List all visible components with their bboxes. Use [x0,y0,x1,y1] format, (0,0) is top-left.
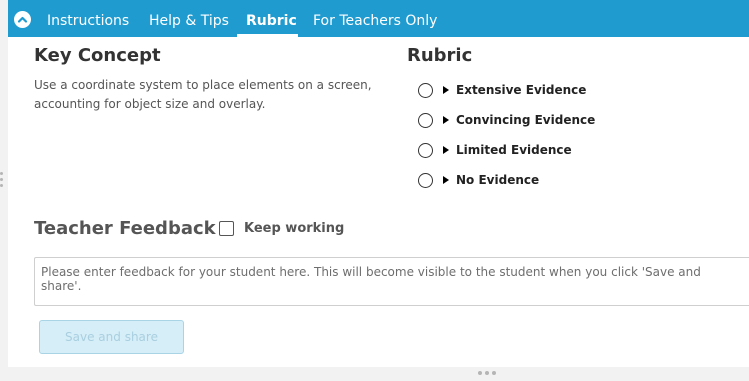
top-nav-bar: Instructions Help & Tips Rubric For Teac… [8,0,749,37]
rubric-item-limited-evidence[interactable]: Limited Evidence [418,140,572,160]
teacher-feedback-heading: Teacher Feedback [34,218,216,239]
keep-working-checkbox[interactable] [219,221,234,236]
chevron-up-icon[interactable] [14,11,31,28]
rubric-item-label[interactable]: Convincing Evidence [456,113,595,127]
tab-instructions[interactable]: Instructions [47,0,129,37]
radio-button[interactable] [418,142,433,158]
bottom-resize-handle[interactable] [478,371,496,375]
rubric-item-no-evidence[interactable]: No Evidence [418,170,539,190]
expand-triangle-icon[interactable] [443,86,449,94]
expand-triangle-icon[interactable] [443,176,449,184]
key-concept-heading: Key Concept [34,45,161,66]
rubric-item-label[interactable]: No Evidence [456,173,539,187]
tab-help-tips[interactable]: Help & Tips [149,0,229,37]
radio-button[interactable] [418,112,433,128]
tab-for-teachers-only[interactable]: For Teachers Only [313,0,437,37]
active-tab-indicator [237,34,298,37]
left-resize-handle[interactable] [0,172,4,190]
keep-working-toggle[interactable]: Keep working [219,221,344,236]
rubric-heading: Rubric [407,45,473,66]
rubric-panel: Instructions Help & Tips Rubric For Teac… [8,0,749,367]
rubric-item-label[interactable]: Extensive Evidence [456,83,586,97]
radio-button[interactable] [418,172,433,188]
save-and-share-button[interactable]: Save and share [39,320,184,354]
expand-triangle-icon[interactable] [443,146,449,154]
key-concept-text: Use a coordinate system to place element… [34,78,372,111]
feedback-textarea[interactable] [34,257,749,306]
expand-triangle-icon[interactable] [443,116,449,124]
radio-button[interactable] [418,82,433,98]
tab-rubric[interactable]: Rubric [246,0,297,37]
rubric-item-convincing-evidence[interactable]: Convincing Evidence [418,110,595,130]
rubric-item-label[interactable]: Limited Evidence [456,143,572,157]
rubric-item-extensive-evidence[interactable]: Extensive Evidence [418,80,586,100]
keep-working-label[interactable]: Keep working [244,221,344,236]
